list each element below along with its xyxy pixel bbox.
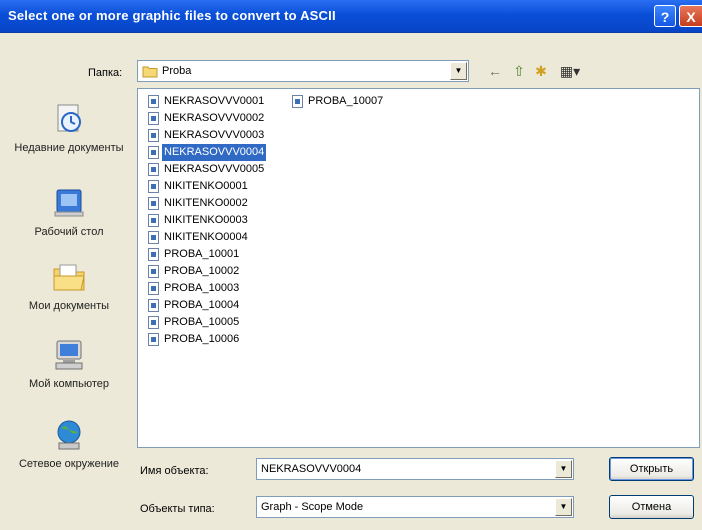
file-type-label: Объекты типа: (140, 503, 215, 515)
file-name: PROBA_10007 (308, 95, 384, 107)
file-icon (148, 316, 159, 329)
file-type-select[interactable]: Graph - Scope Mode ▼ (256, 496, 574, 518)
chevron-down-icon[interactable]: ▼ (555, 460, 572, 478)
list-item[interactable]: NIKITENKO0003 (142, 212, 292, 229)
file-name: NIKITENKO0004 (164, 231, 248, 243)
file-name: NEKRASOVVV0004 (160, 143, 268, 162)
new-folder-icon[interactable]: ✱ (531, 61, 551, 81)
list-item-selected[interactable]: NEKRASOVVV0004 (142, 143, 292, 162)
file-name: PROBA_10005 (164, 316, 240, 328)
place-recent-documents[interactable]: Недавние документы (6, 102, 132, 155)
file-icon (148, 146, 159, 159)
place-label: Мои документы (28, 300, 110, 312)
list-item[interactable]: PROBA_10006 (142, 331, 292, 348)
file-name: PROBA_10004 (164, 299, 240, 311)
list-item[interactable]: NEKRASOVVV0001 (142, 93, 292, 110)
list-item[interactable]: NIKITENKO0001 (142, 178, 292, 195)
open-file-dialog: Select one or more graphic files to conv… (0, 0, 702, 530)
open-button[interactable]: Открыть (609, 457, 694, 481)
chevron-down-icon[interactable]: ▼ (555, 498, 572, 516)
file-icon (292, 95, 303, 108)
help-button[interactable]: ? (654, 5, 676, 27)
file-name: NIKITENKO0002 (164, 197, 248, 209)
list-item[interactable]: PROBA_10002 (142, 263, 292, 280)
network-icon (57, 420, 81, 450)
file-icon (148, 231, 159, 244)
file-type-value: Graph - Scope Mode (261, 501, 364, 513)
list-item[interactable]: NEKRASOVVV0002 (142, 110, 292, 127)
file-name-input[interactable]: NEKRASOVVV0004 ▼ (256, 458, 574, 480)
file-icon (148, 333, 159, 346)
file-name-label: Имя объекта: (140, 465, 209, 477)
file-name: PROBA_10003 (164, 282, 240, 294)
file-name: NEKRASOVVV0005 (164, 163, 265, 175)
file-icon (148, 282, 159, 295)
look-in-label: Папка: (88, 67, 123, 79)
file-column-1: NEKRASOVVV0001 NEKRASOVVV0002 NEKRASOVVV… (142, 93, 292, 348)
place-my-computer[interactable]: Мой компьютер (6, 338, 132, 391)
file-icon (148, 95, 159, 108)
title-bar[interactable]: Select one or more graphic files to conv… (0, 0, 702, 33)
recent-documents-icon (57, 104, 81, 132)
file-name-value: NEKRASOVVV0004 (261, 463, 362, 475)
my-documents-icon (53, 264, 85, 291)
place-label: Мой компьютер (28, 378, 110, 390)
my-computer-icon (55, 340, 83, 370)
folder-icon (142, 66, 158, 78)
file-column-2: PROBA_10007 (286, 93, 436, 110)
file-name: PROBA_10006 (164, 333, 240, 345)
place-desktop[interactable]: Рабочий стол (6, 186, 132, 239)
place-label: Недавние документы (14, 142, 124, 154)
place-network[interactable]: Сетевое окружение (6, 418, 132, 471)
list-item[interactable]: PROBA_10003 (142, 280, 292, 297)
look-in-dropdown[interactable]: Proba ▼ (137, 60, 469, 82)
file-icon (148, 265, 159, 278)
list-item[interactable]: NIKITENKO0004 (142, 229, 292, 246)
place-label: Рабочий стол (34, 226, 104, 238)
file-name: NEKRASOVVV0003 (164, 129, 265, 141)
list-item[interactable]: PROBA_10004 (142, 297, 292, 314)
list-item[interactable]: PROBA_10001 (142, 246, 292, 263)
file-icon (148, 112, 159, 125)
file-icon (148, 299, 159, 312)
file-name: PROBA_10001 (164, 248, 240, 260)
file-name: NEKRASOVVV0001 (164, 95, 265, 107)
file-icon (148, 180, 159, 193)
list-item[interactable]: NEKRASOVVV0003 (142, 127, 292, 144)
cancel-button[interactable]: Отмена (609, 495, 694, 519)
file-name: PROBA_10002 (164, 265, 240, 277)
file-list[interactable]: NEKRASOVVV0001 NEKRASOVVV0002 NEKRASOVVV… (137, 88, 700, 448)
file-name: NEKRASOVVV0002 (164, 112, 265, 124)
list-item[interactable]: PROBA_10007 (286, 93, 436, 110)
file-icon (148, 197, 159, 210)
back-icon[interactable]: ← (486, 61, 504, 81)
list-item[interactable]: NIKITENKO0002 (142, 195, 292, 212)
chevron-down-icon[interactable]: ▼ (450, 62, 467, 80)
file-icon (148, 129, 159, 142)
file-name: NIKITENKO0003 (164, 214, 248, 226)
place-my-documents[interactable]: Мои документы (6, 260, 132, 313)
file-icon (148, 248, 159, 261)
places-bar: Недавние документы Рабочий стол Мои доку… (6, 88, 132, 526)
close-button[interactable]: X (679, 5, 702, 27)
file-name: NIKITENKO0001 (164, 180, 248, 192)
desktop-icon (54, 189, 84, 217)
up-folder-icon[interactable]: ⇧ (509, 61, 529, 81)
file-icon (148, 214, 159, 227)
window-title: Select one or more graphic files to conv… (8, 8, 336, 23)
file-icon (148, 163, 159, 176)
list-item[interactable]: PROBA_10005 (142, 314, 292, 331)
list-item[interactable]: NEKRASOVVV0005 (142, 161, 292, 178)
views-menu-icon[interactable]: ▦▾ (555, 61, 585, 81)
place-label: Сетевое окружение (18, 458, 120, 470)
look-in-value: Proba (162, 65, 192, 77)
